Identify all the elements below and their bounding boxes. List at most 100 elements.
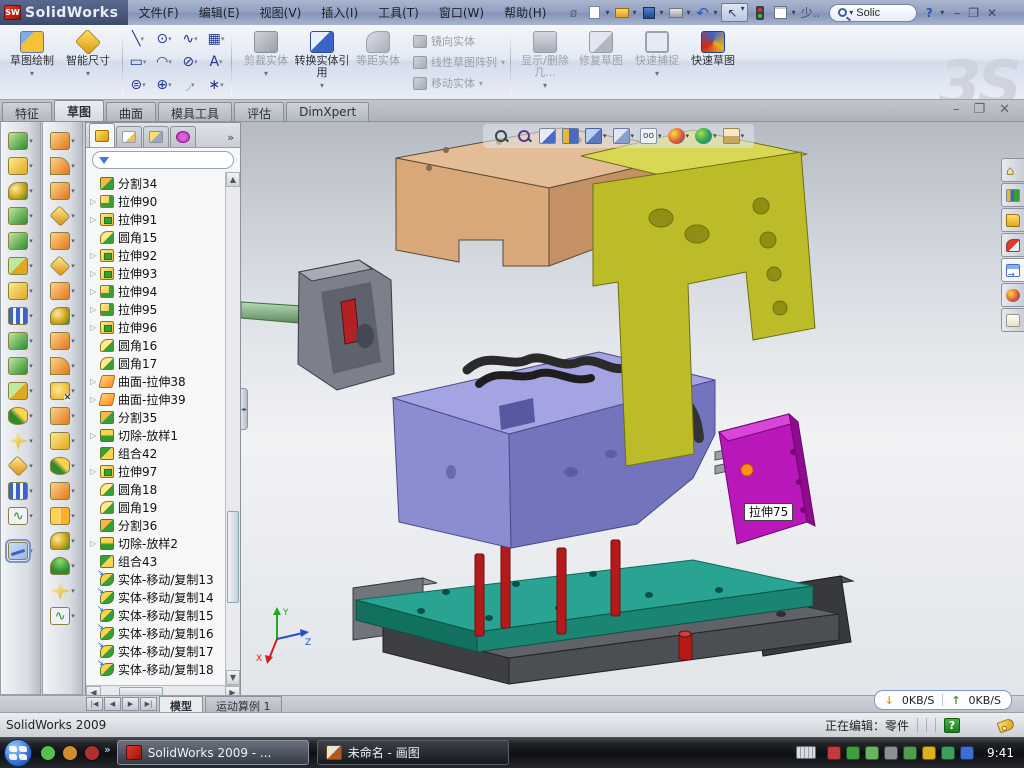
tree-item[interactable]: ▷ 组合43 [86, 552, 225, 570]
command-tab[interactable]: 曲面 [106, 102, 156, 121]
tree-item[interactable]: ▷ 圆角18 [86, 480, 225, 498]
view-tool-button[interactable]: ▾ [585, 128, 607, 144]
surface-tool-button[interactable]: ▾ [50, 282, 75, 300]
expander-icon[interactable]: ▷ [90, 215, 100, 224]
ribbon-list-button[interactable]: 镜向实体 ▾ [410, 32, 508, 50]
task-pane-tab[interactable] [1001, 183, 1024, 207]
model-3d-view[interactable] [241, 122, 1024, 695]
vertical-scroll-thumb[interactable] [227, 511, 239, 603]
sketch-entity-icon[interactable]: ⊙ ▾ [151, 28, 177, 51]
surface-tool-button[interactable]: ▾ [50, 482, 75, 500]
surface-tool-button[interactable]: ▾ [50, 557, 75, 575]
view-tool-button[interactable]: ▾ [723, 128, 745, 144]
view-tool-button[interactable]: ▾ [562, 128, 579, 144]
surface-tool-button[interactable]: ▾ [50, 257, 75, 275]
task-pane-tab[interactable] [1001, 258, 1024, 282]
search-box[interactable]: ▾ [829, 4, 917, 22]
restore-button[interactable]: ❐ [968, 6, 979, 20]
feature-tool-button[interactable]: ▾ [8, 157, 33, 175]
surface-tool-button[interactable]: ▾ [50, 532, 75, 550]
scroll-down-icon[interactable]: ▼ [226, 670, 240, 685]
rebuild-traffic-light-icon[interactable] [751, 4, 769, 21]
feature-tool-button[interactable]: ▾ [8, 132, 33, 150]
surface-tool-button[interactable]: ▾ [50, 157, 75, 175]
feature-manager-tab[interactable] [116, 126, 142, 147]
ribbon-button[interactable]: 快速草图 ▾ [685, 27, 741, 97]
open-file-icon[interactable] [613, 4, 631, 21]
feature-tool-button[interactable]: ▾ [8, 482, 33, 500]
scroll-up-icon[interactable]: ▲ [226, 172, 240, 187]
command-tab[interactable]: 草图 [54, 100, 104, 121]
panel-chevron-icon[interactable]: » [227, 131, 240, 147]
tray-icon[interactable] [827, 746, 841, 760]
feature-tool-button[interactable]: ▾ [8, 407, 33, 425]
tree-item[interactable]: ▷ 切除-放样1 [86, 426, 225, 444]
feature-tool-button[interactable]: ▾ [8, 382, 33, 400]
feature-tool-button[interactable]: ▾ [8, 457, 33, 475]
feature-tool-button[interactable]: ▾ [8, 542, 33, 560]
expander-icon[interactable]: ▷ [90, 431, 100, 440]
tree-item[interactable]: ▷ 实体-移动/复制17 [86, 642, 225, 660]
save-icon[interactable] [640, 4, 658, 21]
taskbar-clock[interactable]: 9:41 [987, 746, 1014, 760]
tray-icon[interactable] [941, 746, 955, 760]
view-tool-button[interactable]: ▾ [493, 128, 510, 144]
menu-item[interactable]: 视图(V) [250, 1, 312, 24]
feature-manager-tab[interactable] [89, 123, 115, 147]
quick-launch-chevron-icon[interactable]: » [104, 743, 111, 756]
sketch-entity-icon[interactable]: ⊜ ▾ [125, 74, 151, 97]
tab-nav-button[interactable]: ◀ [104, 697, 121, 711]
help-icon[interactable]: ? [920, 4, 938, 21]
menu-item[interactable]: 工具(T) [368, 1, 429, 24]
tray-icon[interactable] [922, 746, 936, 760]
ribbon-button[interactable]: 智能尺寸 ▾ [60, 27, 116, 97]
new-document-icon[interactable] [585, 4, 603, 21]
taskbar-window-button[interactable]: SolidWorks 2009 - ... [117, 740, 309, 765]
tree-item[interactable]: ▷ 分割35 [86, 408, 225, 426]
expander-icon[interactable]: ▷ [90, 197, 100, 206]
feature-tool-button[interactable]: ▾ [8, 332, 33, 350]
sketch-entity-icon[interactable]: ⊘ ▾ [177, 51, 203, 74]
tree-item[interactable]: ▷ 拉伸90 [86, 192, 225, 210]
tab-nav-button[interactable]: ▶| [140, 697, 157, 711]
select-tool-button[interactable]: ↖▾ [721, 3, 748, 22]
command-tab[interactable]: 特征 [2, 102, 52, 121]
graphics-viewport[interactable]: ▾ ▾ ▾ ▾ ▾ [241, 122, 1024, 695]
command-tab[interactable]: 模具工具 [158, 102, 232, 121]
command-tab[interactable]: 评估 [234, 102, 284, 121]
surface-tool-button[interactable]: ▾ [50, 407, 75, 425]
tree-item[interactable]: ▷ 实体-移动/复制15 [86, 606, 225, 624]
tag-icon[interactable] [997, 717, 1016, 733]
sketch-entity-icon[interactable]: ▭ ▾ [125, 51, 151, 74]
sketch-entity-icon[interactable]: ◞ ▾ [177, 74, 203, 97]
close-button[interactable]: ✕ [987, 6, 997, 20]
tab-nav-button[interactable]: ▶ [122, 697, 139, 711]
tree-item[interactable]: ▷ 曲面-拉伸39 [86, 390, 225, 408]
tree-item[interactable]: ▷ 组合42 [86, 444, 225, 462]
tree-item[interactable]: ▷ 拉伸96 [86, 318, 225, 336]
surface-tool-button[interactable]: ▾ [50, 582, 75, 600]
tab-nav-button[interactable]: |◀ [86, 697, 103, 711]
feature-tool-button[interactable]: ▾ [8, 207, 33, 225]
sketch-entity-icon[interactable]: ∗ ▾ [203, 74, 229, 97]
task-pane-tab[interactable] [1001, 233, 1024, 257]
task-pane-tab[interactable] [1001, 283, 1024, 307]
ribbon-button[interactable]: 等距实体 ▾ [350, 27, 406, 97]
sketch-entity-icon[interactable]: ▦ ▾ [203, 28, 229, 51]
sketch-entity-icon[interactable]: ◠ ▾ [151, 51, 177, 74]
tray-icon[interactable] [865, 746, 879, 760]
tree-item[interactable]: ▷ 圆角19 [86, 498, 225, 516]
search-input[interactable] [856, 7, 908, 19]
tray-icon[interactable] [903, 746, 917, 760]
menu-item[interactable]: 窗口(W) [429, 1, 494, 24]
keyboard-layout-icon[interactable] [796, 746, 816, 759]
view-tool-button[interactable]: ▾ [613, 128, 635, 144]
feature-manager-tab[interactable] [143, 126, 169, 147]
options-list-icon[interactable] [772, 4, 790, 21]
surface-tool-button[interactable]: ▾ [50, 132, 75, 150]
tree-item[interactable]: ▷ 分割36 [86, 516, 225, 534]
tree-item[interactable]: ▷ 曲面-拉伸38 [86, 372, 225, 390]
ribbon-list-button[interactable]: 线性草图阵列 ▾ [410, 53, 508, 71]
menu-item[interactable]: 插入(I) [311, 1, 368, 24]
doc-minimize-button[interactable]: – [953, 102, 960, 117]
